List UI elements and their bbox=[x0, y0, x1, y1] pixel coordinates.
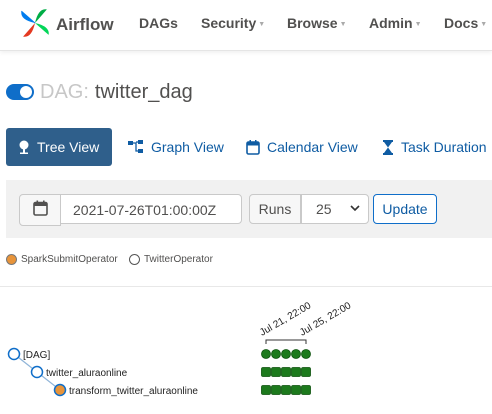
task-instance-square[interactable] bbox=[301, 385, 311, 395]
runs-select[interactable]: 25 bbox=[301, 194, 369, 224]
navbar: Airflow DAGs Security ▼ Browse ▼ Admin ▼ Do… bbox=[0, 0, 492, 51]
task-instance-square[interactable] bbox=[271, 385, 281, 395]
runs-value: 25 bbox=[316, 201, 332, 217]
tree-node-label[interactable]: twitter_aluraonline bbox=[46, 368, 128, 379]
tab-tree-view[interactable]: Tree View bbox=[6, 128, 112, 166]
graph-icon bbox=[128, 140, 144, 154]
caret-down-icon: ▼ bbox=[258, 20, 266, 28]
calendar-icon bbox=[246, 139, 260, 155]
dag-name: twitter_dag bbox=[94, 80, 193, 103]
date-range-bracket bbox=[265, 339, 307, 344]
dag-header: DAG: twitter_dag bbox=[6, 78, 193, 106]
caret-down-icon: ▼ bbox=[480, 20, 488, 28]
dag-run-circle[interactable] bbox=[261, 349, 271, 359]
task-instance-square[interactable] bbox=[281, 385, 291, 395]
dag-run-circle[interactable] bbox=[271, 349, 281, 359]
dag-pause-toggle[interactable] bbox=[6, 84, 34, 100]
tree-node-circle[interactable] bbox=[53, 383, 67, 397]
date-picker-button[interactable] bbox=[19, 194, 61, 226]
brand-name: Airflow bbox=[56, 15, 114, 34]
dag-run-circle[interactable] bbox=[291, 349, 301, 359]
task-instance-square[interactable] bbox=[261, 367, 271, 377]
tree-node-circle[interactable] bbox=[7, 347, 21, 361]
task-instance-square[interactable] bbox=[291, 367, 301, 377]
tree-node-label[interactable]: [DAG] bbox=[23, 350, 50, 361]
divider bbox=[0, 286, 492, 287]
dag-run-circle[interactable] bbox=[281, 349, 291, 359]
tree-node-circle[interactable] bbox=[30, 365, 44, 379]
dag-run-circle[interactable] bbox=[301, 349, 311, 359]
legend-spark-submit-operator: SparkSubmitOperator bbox=[6, 254, 118, 265]
task-instance-square[interactable] bbox=[291, 385, 301, 395]
tab-calendar-view[interactable]: Calendar View bbox=[246, 128, 358, 166]
tab-task-duration[interactable]: Task Duration bbox=[382, 128, 487, 166]
runs-label: Runs bbox=[249, 194, 301, 224]
nav-admin[interactable]: Admin ▼ bbox=[369, 15, 422, 31]
tab-graph-view[interactable]: Graph View bbox=[128, 128, 224, 166]
legend-dot bbox=[6, 254, 17, 265]
tree-view: [DAG] twitter_aluraonline transform_twitte… bbox=[7, 300, 353, 397]
nav-docs[interactable]: Docs ▼ bbox=[444, 15, 487, 31]
task-instance-square[interactable] bbox=[281, 367, 291, 377]
caret-down-icon: ▼ bbox=[339, 20, 347, 28]
caret-down-icon: ▼ bbox=[414, 20, 422, 28]
hourglass-icon bbox=[382, 139, 394, 155]
nav-security[interactable]: Security ▼ bbox=[201, 15, 265, 31]
chevron-down-icon bbox=[350, 195, 360, 235]
update-button[interactable]: Update bbox=[373, 194, 437, 224]
tree-filter-bar: 2021-07-26T01:00:00Z Runs 25 Update bbox=[6, 180, 492, 238]
nav-browse[interactable]: Browse ▼ bbox=[287, 15, 347, 31]
airflow-logo-icon bbox=[18, 6, 52, 45]
nav-dags[interactable]: DAGs bbox=[139, 15, 178, 31]
dag-label-prefix: DAG: bbox=[40, 80, 89, 103]
task-instance-square[interactable] bbox=[271, 367, 281, 377]
tree-node-label[interactable]: transform_twitter_aluraonline bbox=[69, 386, 198, 397]
legend-twitter-operator: TwitterOperator bbox=[129, 254, 213, 265]
legend-dot bbox=[129, 254, 140, 265]
task-instance-square[interactable] bbox=[301, 367, 311, 377]
base-date-input[interactable]: 2021-07-26T01:00:00Z bbox=[60, 194, 242, 224]
brand-link[interactable]: Airflow bbox=[18, 7, 114, 43]
calendar-icon bbox=[32, 200, 48, 221]
task-instance-square[interactable] bbox=[261, 385, 271, 395]
tree-icon bbox=[18, 140, 30, 154]
